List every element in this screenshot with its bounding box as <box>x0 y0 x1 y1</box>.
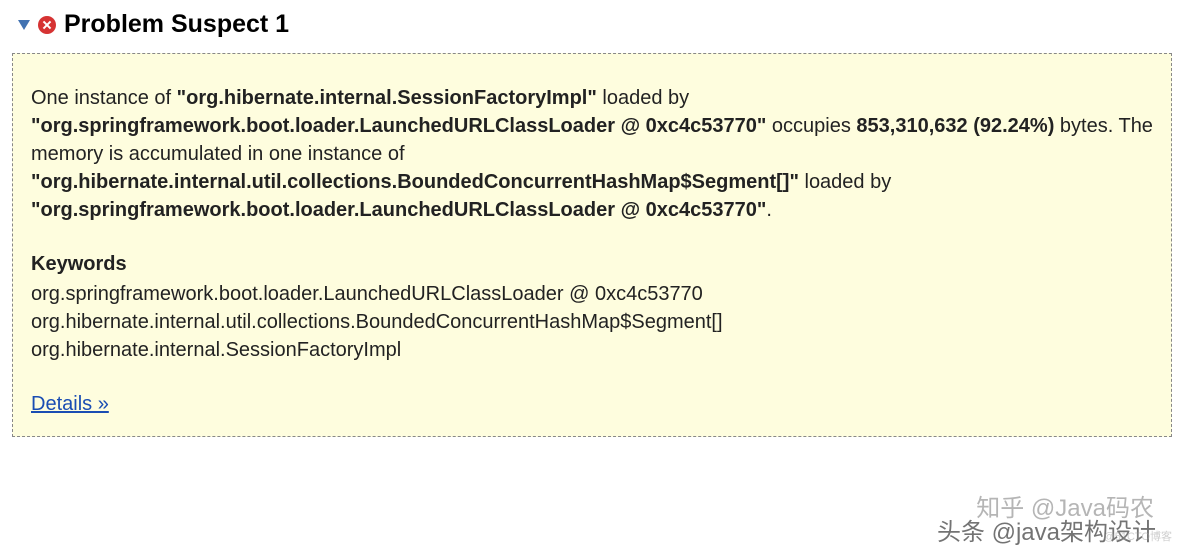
desc-text: One instance of <box>31 87 177 109</box>
watermark-text: @51CTO博客 <box>1104 528 1172 544</box>
watermark-text: 知乎 @Java码农 <box>976 488 1154 523</box>
desc-class2: "org.hibernate.internal.util.collections… <box>31 171 799 193</box>
error-icon <box>38 16 56 34</box>
desc-text: . <box>766 199 772 221</box>
desc-loader1: "org.springframework.boot.loader.Launche… <box>31 115 766 137</box>
keyword-item: org.springframework.boot.loader.Launched… <box>31 280 1153 308</box>
desc-text: loaded by <box>597 87 689 109</box>
keywords-list: org.springframework.boot.loader.Launched… <box>31 280 1153 364</box>
desc-bytes: 853,310,632 (92.24%) <box>856 115 1054 137</box>
collapse-toggle-icon[interactable] <box>18 20 30 30</box>
desc-text: loaded by <box>799 171 891 193</box>
watermark-text: 头条 @java架构设计 <box>937 512 1156 547</box>
desc-text: occupies <box>766 115 856 137</box>
keywords-header: Keywords <box>31 250 1153 278</box>
problem-description: One instance of "org.hibernate.internal.… <box>31 84 1153 224</box>
desc-loader2: "org.springframework.boot.loader.Launche… <box>31 199 766 221</box>
problem-header: Problem Suspect 1 <box>12 10 1172 39</box>
keyword-item: org.hibernate.internal.SessionFactoryImp… <box>31 336 1153 364</box>
problem-content-box: One instance of "org.hibernate.internal.… <box>12 53 1172 437</box>
details-link[interactable]: Details » <box>31 393 109 415</box>
desc-class1: "org.hibernate.internal.SessionFactoryIm… <box>177 87 597 109</box>
problem-title: Problem Suspect 1 <box>64 10 289 39</box>
keyword-item: org.hibernate.internal.util.collections.… <box>31 308 1153 336</box>
